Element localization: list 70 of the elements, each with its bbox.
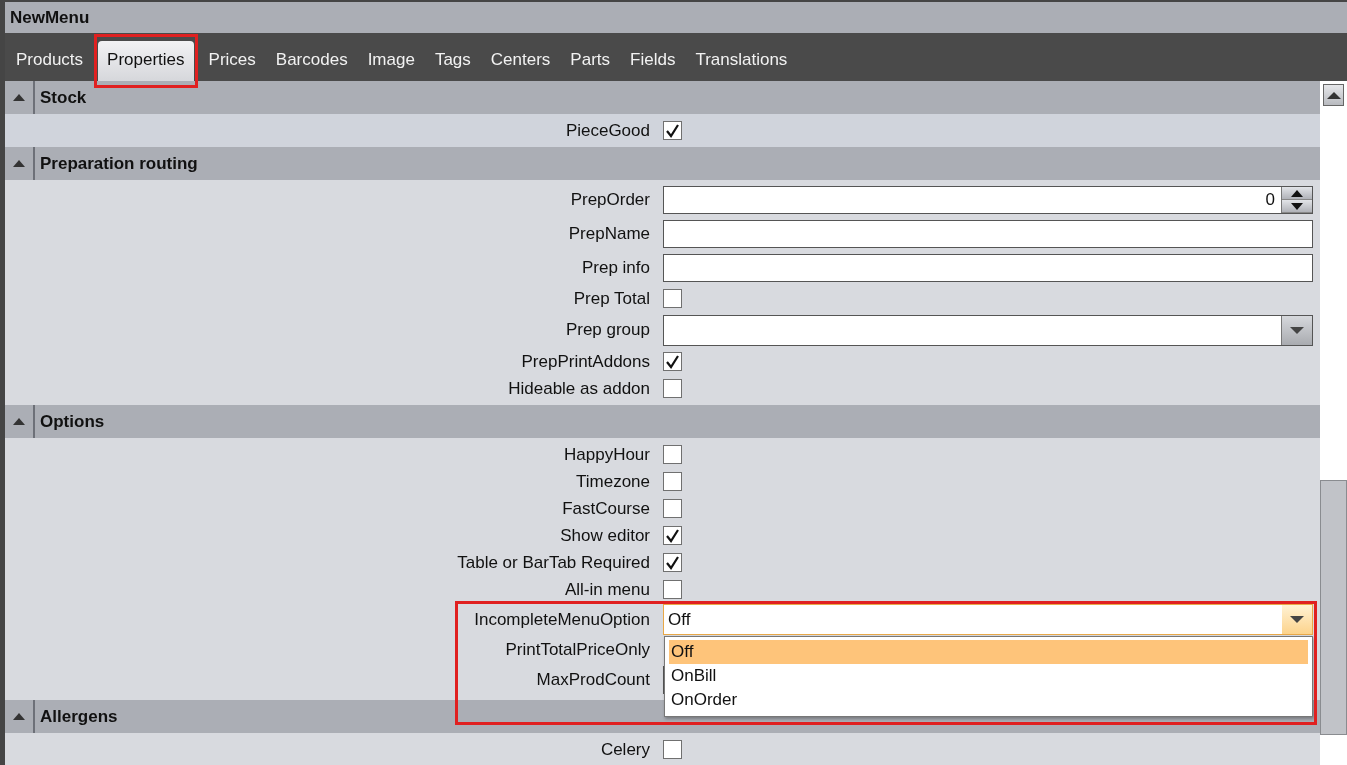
field-label: IncompleteMenuOption [474,609,650,630]
dropdown[interactable]: Off [663,604,1313,635]
spin-down-button[interactable] [1282,200,1312,213]
checkbox[interactable] [663,379,682,398]
scrollbar[interactable] [1320,81,1347,765]
up-triangle-icon [13,94,25,101]
check-icon [664,354,681,369]
tab[interactable]: Properties [98,41,194,81]
field-label: PrintTotalPriceOnly [505,639,650,660]
up-triangle-icon [13,713,25,720]
tab[interactable]: Translations [686,41,797,81]
dropdown-option[interactable]: OnBill [669,664,1308,688]
tab[interactable]: Image [358,41,424,81]
up-triangle-icon [1326,91,1341,99]
up-triangle-icon [13,418,25,425]
up-triangle-icon [1291,189,1303,197]
section-title: Stock [39,87,87,108]
checkbox[interactable] [663,472,682,491]
section-title: Allergens [39,706,118,727]
field-label: Show editor [560,525,650,546]
checkbox[interactable] [663,352,682,371]
tab[interactable]: Centers [481,41,560,81]
field-label: Table or BarTab Required [457,552,650,573]
spin-up-button[interactable] [1282,187,1312,200]
field-label: PieceGood [565,120,650,141]
tab[interactable]: Prices [199,41,265,81]
field-label: All-in menu [564,579,650,600]
field-label: HappyHour [564,444,650,465]
section-title: Preparation routing [39,153,198,174]
dropdown-option[interactable]: Off [669,640,1308,664]
number-field[interactable]: 0 [663,186,1313,214]
checkbox[interactable] [663,553,682,572]
section-title: Options [39,411,105,432]
window-title: NewMenu [5,2,1347,33]
scroll-thumb[interactable] [1320,480,1347,735]
tab[interactable]: Parts [561,41,620,81]
check-icon [664,555,681,570]
tab[interactable]: Products [7,41,93,81]
checkbox[interactable] [663,121,682,140]
checkbox[interactable] [663,580,682,599]
field-label: FastCourse [562,498,650,519]
check-icon [664,123,681,138]
checkbox[interactable] [663,499,682,518]
field-label: Prep Total [573,288,650,309]
dropdown-option[interactable]: OnOrder [669,688,1308,712]
field-label: MaxProdCount [536,670,650,690]
caret-icon [1290,616,1304,623]
field-label: PrepOrder [570,190,650,210]
checkbox[interactable] [663,526,682,545]
tab[interactable]: Barcodes [266,41,357,81]
down-triangle-icon [1291,202,1303,210]
text-field[interactable] [663,220,1313,248]
checkbox[interactable] [663,740,682,759]
scroll-up-button[interactable] [1323,84,1344,106]
checkbox[interactable] [663,445,682,464]
dropdown[interactable] [663,314,1313,346]
caret-icon [1290,326,1304,334]
field-label: PrepName [568,224,650,244]
field-label: Timezone [576,471,650,492]
tab[interactable]: Fields [621,41,685,81]
field-label: Prep group [565,320,650,340]
field-label: Prep info [581,258,650,278]
text-field[interactable] [663,254,1313,282]
checkbox[interactable] [663,289,682,308]
field-label: Celery [600,739,650,760]
tab[interactable]: Tags [425,41,480,81]
check-icon [664,528,681,543]
up-triangle-icon [13,160,25,167]
field-label: Hideable as addon [508,378,650,399]
field-label: PrepPrintAddons [521,351,650,372]
